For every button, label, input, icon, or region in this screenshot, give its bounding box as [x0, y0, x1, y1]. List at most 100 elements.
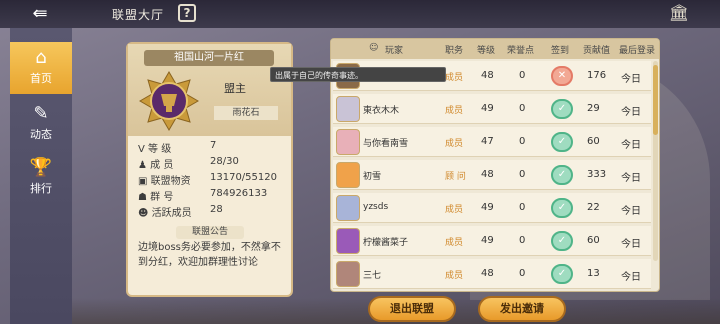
- back-arrow-icon[interactable]: ⇚: [26, 4, 54, 24]
- sidebar-item-label: 动态: [30, 128, 52, 141]
- player-level: 48: [481, 169, 494, 180]
- send-invite-button[interactable]: 发出邀请: [478, 296, 566, 322]
- alliance-info-card: 祖国山河一片红 盟主 雨花石 V 等 级7 ♟ 成 员 28/30 ▣ 联盟物资 1…: [126, 42, 293, 297]
- player-contribution: 60: [587, 235, 600, 246]
- player-level: 49: [481, 235, 494, 246]
- player-contribution: 60: [587, 136, 600, 147]
- sidebar-item-activity[interactable]: ✎ 动态: [10, 98, 72, 150]
- player-level: 49: [481, 103, 494, 114]
- player-last-login: 今日: [621, 173, 641, 184]
- player-role: 成员: [445, 139, 464, 149]
- signin-badge-icon: ✕: [551, 66, 573, 86]
- sidebar-item-label: 排行: [30, 182, 52, 195]
- role-title: 盟主: [224, 82, 246, 95]
- signin-badge-icon: ✓: [551, 165, 573, 185]
- column-honor: 荣誉点: [507, 46, 535, 56]
- player-last-login: 今日: [621, 239, 641, 250]
- sidebar-item-label: 首页: [30, 72, 52, 85]
- player-contribution: 22: [587, 202, 600, 213]
- bank-building-icon[interactable]: 🏛: [668, 2, 690, 24]
- player-last-login: 今日: [621, 74, 641, 85]
- player-honor: 0: [519, 136, 526, 147]
- help-icon[interactable]: ?: [178, 4, 196, 22]
- leave-alliance-button[interactable]: 退出联盟: [368, 296, 456, 322]
- player-role: 成员: [445, 73, 464, 83]
- player-contribution: 13: [587, 268, 600, 279]
- stat-group-number: ☗ 群 号 784926133: [138, 188, 268, 203]
- table-row[interactable]: 初雪 顾 问 48 0 ✓ 333 今日: [333, 160, 651, 190]
- avatar[interactable]: [336, 195, 360, 221]
- player-level: 48: [481, 268, 494, 279]
- tooltip: 出属于自己的传奇事迹。: [270, 67, 446, 82]
- player-last-login: 今日: [621, 107, 641, 118]
- player-level: 48: [481, 70, 494, 81]
- table-row[interactable]: 東衣木木 成员 49 0 ✓ 29 今日: [333, 94, 651, 124]
- avatar[interactable]: [336, 228, 360, 254]
- table-row[interactable]: 柠檬酱菜子 成员 49 0 ✓ 60 今日: [333, 226, 651, 256]
- player-role: 成员: [445, 238, 464, 248]
- stat-level: V 等 级7: [138, 140, 217, 155]
- leader-name: 雨花石: [214, 106, 278, 120]
- alliance-name: 祖国山河一片红: [144, 50, 274, 66]
- player-name: 柠檬酱菜子: [363, 238, 409, 248]
- stat-active-members: ☻ 活跃成员 28: [138, 204, 223, 219]
- player-honor: 0: [519, 103, 526, 114]
- avatar[interactable]: [336, 96, 360, 122]
- signin-badge-icon: ✓: [551, 99, 573, 119]
- home-icon: ⌂: [35, 47, 47, 68]
- signin-badge-icon: ✓: [551, 132, 573, 152]
- top-bar: ⇚ 联盟大厅 ? 🏛: [0, 0, 720, 28]
- table-row[interactable]: yzsds 成员 49 0 ✓ 22 今日: [333, 193, 651, 223]
- player-role: 顾 问: [445, 172, 466, 182]
- column-role: 职务: [445, 46, 464, 56]
- player-honor: 0: [519, 70, 526, 81]
- notice-label: 联盟公告: [176, 226, 244, 239]
- column-contribution: 贡献值: [583, 46, 611, 56]
- stat-resources: ▣ 联盟物资 13170/55120: [138, 172, 277, 187]
- player-contribution: 29: [587, 103, 600, 114]
- column-last-login: 最后登录: [619, 46, 656, 56]
- column-signin: 签到: [551, 46, 570, 56]
- alliance-header: 祖国山河一片红 盟主 雨花石: [128, 44, 291, 136]
- scrollbar[interactable]: [653, 61, 658, 261]
- sidebar-item-home[interactable]: ⌂ 首页: [10, 42, 72, 94]
- player-contribution: 176: [587, 70, 607, 81]
- player-honor: 0: [519, 268, 526, 279]
- trophy-icon: 🏆: [29, 157, 53, 178]
- avatar[interactable]: [336, 162, 360, 188]
- player-last-login: 今日: [621, 272, 641, 283]
- player-honor: 0: [519, 202, 526, 213]
- table-header: ☺ 玩家 职务 等级 荣誉点 签到 贡献值 最后登录: [331, 39, 659, 59]
- alliance-emblem-icon: [139, 71, 199, 131]
- column-player: 玩家: [385, 46, 404, 56]
- player-name: 東衣木木: [363, 106, 400, 116]
- player-role: 成员: [445, 205, 464, 215]
- feather-icon: ✎: [33, 103, 49, 124]
- column-level: 等级: [477, 46, 496, 56]
- table-row[interactable]: 三七 成员 48 0 ✓ 13 今日: [333, 259, 651, 289]
- player-honor: 0: [519, 235, 526, 246]
- scrollbar-thumb[interactable]: [653, 65, 658, 135]
- page-title: 联盟大厅: [112, 8, 165, 22]
- player-name: 初雪: [363, 172, 382, 182]
- player-last-login: 今日: [621, 206, 641, 217]
- player-role: 成员: [445, 106, 464, 116]
- signin-badge-icon: ✓: [551, 198, 573, 218]
- signin-badge-icon: ✓: [551, 231, 573, 251]
- player-contribution: 333: [587, 169, 607, 180]
- avatar[interactable]: [336, 261, 360, 287]
- stat-members: ♟ 成 员 28/30: [138, 156, 239, 171]
- signin-badge-icon: ✓: [551, 264, 573, 284]
- player-name: 与你看南雪: [363, 139, 409, 149]
- player-role: 成员: [445, 271, 464, 281]
- player-name: yzsds: [363, 202, 389, 212]
- table-row[interactable]: 与你看南雪 成员 47 0 ✓ 60 今日: [333, 127, 651, 157]
- player-name: 三七: [363, 271, 382, 281]
- player-icon: ☺: [369, 43, 379, 53]
- player-level: 47: [481, 136, 494, 147]
- avatar[interactable]: [336, 129, 360, 155]
- player-level: 49: [481, 202, 494, 213]
- player-last-login: 今日: [621, 140, 641, 151]
- alliance-notice: 边境boss务必要参加，不然拿不到分红，欢迎加群理性讨论: [138, 242, 281, 268]
- sidebar-item-ranking[interactable]: 🏆 排行: [10, 152, 72, 204]
